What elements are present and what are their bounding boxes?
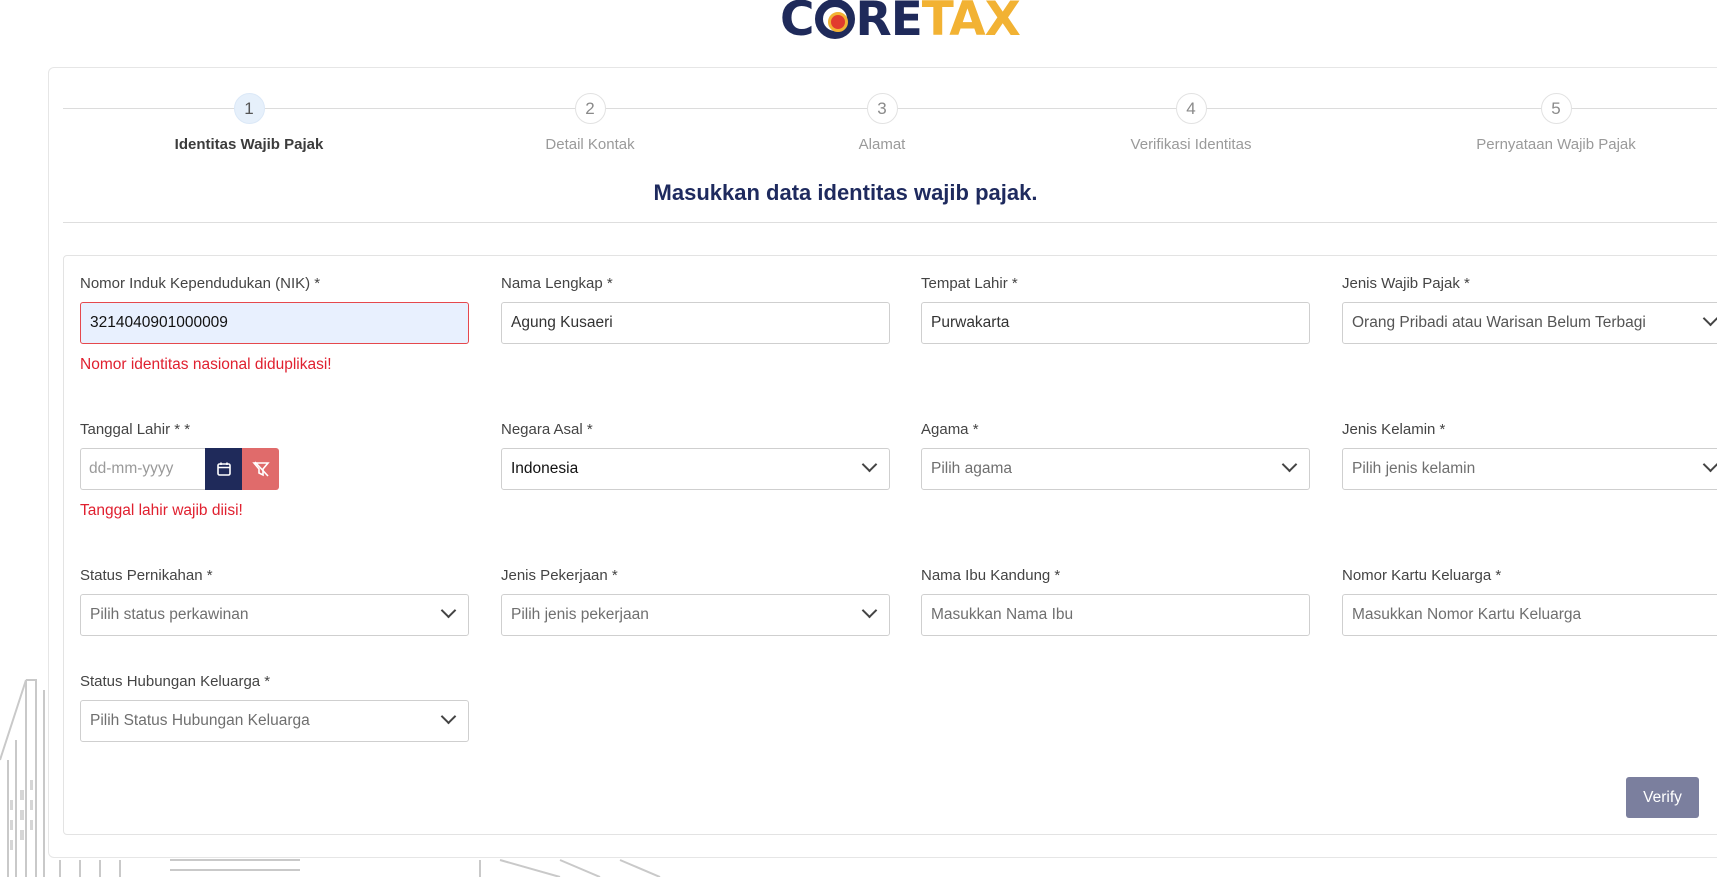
field-status-pernikahan: Status Pernikahan * Pilih status perkawi… — [80, 567, 469, 636]
negara-asal-select[interactable]: Indonesia — [501, 448, 890, 490]
calendar-icon — [216, 462, 231, 476]
tanggal-lahir-date-group: dd-mm-yyyy — [80, 448, 469, 490]
step-4-label: Verifikasi Identitas — [1130, 136, 1252, 153]
nik-label: Nomor Induk Kependudukan (NIK) * — [80, 275, 321, 292]
jenis-wajib-pajak-select[interactable]: Orang Pribadi atau Warisan Belum Terbagi — [1342, 302, 1717, 344]
field-agama: Agama * Pilih agama — [921, 421, 1310, 490]
jenis-kelamin-label: Jenis Kelamin * — [1342, 421, 1446, 438]
step-2-label: Detail Kontak — [545, 136, 635, 153]
tempat-lahir-label: Tempat Lahir * — [921, 275, 1018, 292]
step-2[interactable]: 2 Detail Kontak — [460, 93, 720, 153]
chevron-down-icon — [861, 602, 878, 619]
negara-asal-label: Negara Asal * — [501, 421, 593, 438]
chevron-down-icon — [1702, 456, 1717, 473]
field-jenis-kelamin: Jenis Kelamin * Pilih jenis kelamin — [1342, 421, 1717, 490]
tempat-lahir-input[interactable]: Purwakarta — [921, 302, 1310, 344]
status-hubungan-label: Status Hubungan Keluarga * — [80, 673, 271, 690]
jenis-kelamin-select[interactable]: Pilih jenis kelamin — [1342, 448, 1717, 490]
clear-date-button[interactable] — [242, 448, 279, 490]
field-tanggal-lahir: Tanggal Lahir * * dd-mm-yyyy Tanggal lah… — [80, 421, 469, 520]
calendar-button[interactable] — [205, 448, 242, 490]
chevron-down-icon — [1702, 310, 1717, 327]
field-jenis-pekerjaan: Jenis Pekerjaan * Pilih jenis pekerjaan — [501, 567, 890, 636]
field-status-hubungan: Status Hubungan Keluarga * Pilih Status … — [80, 673, 469, 742]
jenis-pekerjaan-placeholder: Pilih jenis pekerjaan — [511, 606, 649, 623]
status-hubungan-placeholder: Pilih Status Hubungan Keluarga — [90, 712, 310, 729]
nama-ibu-input[interactable]: Masukkan Nama Ibu — [921, 594, 1310, 636]
step-3-number: 3 — [866, 93, 898, 124]
status-pernikahan-label: Status Pernikahan * — [80, 567, 213, 584]
step-5[interactable]: 5 Pernyataan Wajib Pajak — [1426, 93, 1686, 153]
field-nik: Nomor Induk Kependudukan (NIK) * 3214040… — [80, 275, 469, 374]
verify-button[interactable]: Verify — [1626, 777, 1699, 818]
field-nama-ibu: Nama Ibu Kandung * Masukkan Nama Ibu — [921, 567, 1310, 636]
jenis-kelamin-placeholder: Pilih jenis kelamin — [1352, 460, 1476, 477]
agama-label: Agama * — [921, 421, 979, 438]
nama-ibu-label: Nama Ibu Kandung * — [921, 567, 1061, 584]
field-negara-asal: Negara Asal * Indonesia — [501, 421, 890, 490]
nik-input[interactable]: 3214040901000009 — [80, 302, 469, 344]
step-4-number: 4 — [1175, 93, 1207, 124]
logo-text-tax: TAX — [921, 0, 1021, 47]
nama-lengkap-input[interactable]: Agung Kusaeri — [501, 302, 890, 344]
nama-lengkap-label: Nama Lengkap * — [501, 275, 613, 292]
logo-text-re: RE — [855, 0, 923, 47]
tanggal-lahir-label: Tanggal Lahir * * — [80, 421, 191, 438]
negara-asal-value: Indonesia — [511, 460, 579, 477]
filter-clear-icon — [251, 461, 270, 477]
step-5-number: 5 — [1540, 93, 1572, 124]
heading-divider — [63, 222, 1717, 223]
field-nama-lengkap: Nama Lengkap * Agung Kusaeri — [501, 275, 890, 344]
step-1-number: 1 — [233, 93, 265, 124]
status-hubungan-select[interactable]: Pilih Status Hubungan Keluarga — [80, 700, 469, 742]
nomor-kk-input[interactable]: Masukkan Nomor Kartu Keluarga — [1342, 594, 1717, 636]
field-tempat-lahir: Tempat Lahir * Purwakarta — [921, 275, 1310, 344]
status-pernikahan-select[interactable]: Pilih status perkawinan — [80, 594, 469, 636]
logo-target-icon — [814, 0, 855, 39]
step-2-number: 2 — [574, 93, 606, 124]
form-heading: Masukkan data identitas wajib pajak. — [653, 180, 1038, 205]
field-nomor-kk: Nomor Kartu Keluarga * Masukkan Nomor Ka… — [1342, 567, 1717, 636]
step-5-label: Pernyataan Wajib Pajak — [1476, 136, 1636, 153]
step-4[interactable]: 4 Verifikasi Identitas — [1061, 93, 1321, 153]
logo-text-c: C — [780, 0, 814, 47]
coretax-logo: C RE TAX — [780, 0, 1021, 47]
agama-placeholder: Pilih agama — [931, 460, 1012, 477]
chevron-down-icon — [440, 602, 457, 619]
tanggal-lahir-error-message: Tanggal lahir wajib diisi! — [80, 502, 243, 519]
tanggal-lahir-input[interactable]: dd-mm-yyyy — [80, 448, 205, 490]
status-pernikahan-placeholder: Pilih status perkawinan — [90, 606, 249, 623]
jenis-wajib-pajak-label: Jenis Wajib Pajak * — [1342, 275, 1470, 292]
nomor-kk-label: Nomor Kartu Keluarga * — [1342, 567, 1502, 584]
registration-stepper: 1 Identitas Wajib Pajak 2 Detail Kontak … — [63, 93, 1717, 153]
jenis-wajib-pajak-value: Orang Pribadi atau Warisan Belum Terbagi — [1352, 314, 1646, 331]
step-3-label: Alamat — [858, 136, 906, 153]
jenis-pekerjaan-label: Jenis Pekerjaan * — [501, 567, 618, 584]
jenis-pekerjaan-select[interactable]: Pilih jenis pekerjaan — [501, 594, 890, 636]
chevron-down-icon — [1281, 456, 1298, 473]
step-1-label: Identitas Wajib Pajak — [174, 136, 324, 153]
step-3[interactable]: 3 Alamat — [752, 93, 1012, 153]
nik-error-message: Nomor identitas nasional diduplikasi! — [80, 356, 332, 373]
chevron-down-icon — [861, 456, 878, 473]
agama-select[interactable]: Pilih agama — [921, 448, 1310, 490]
step-1[interactable]: 1 Identitas Wajib Pajak — [119, 93, 379, 153]
chevron-down-icon — [440, 708, 457, 725]
field-jenis-wajib-pajak: Jenis Wajib Pajak * Orang Pribadi atau W… — [1342, 275, 1717, 344]
